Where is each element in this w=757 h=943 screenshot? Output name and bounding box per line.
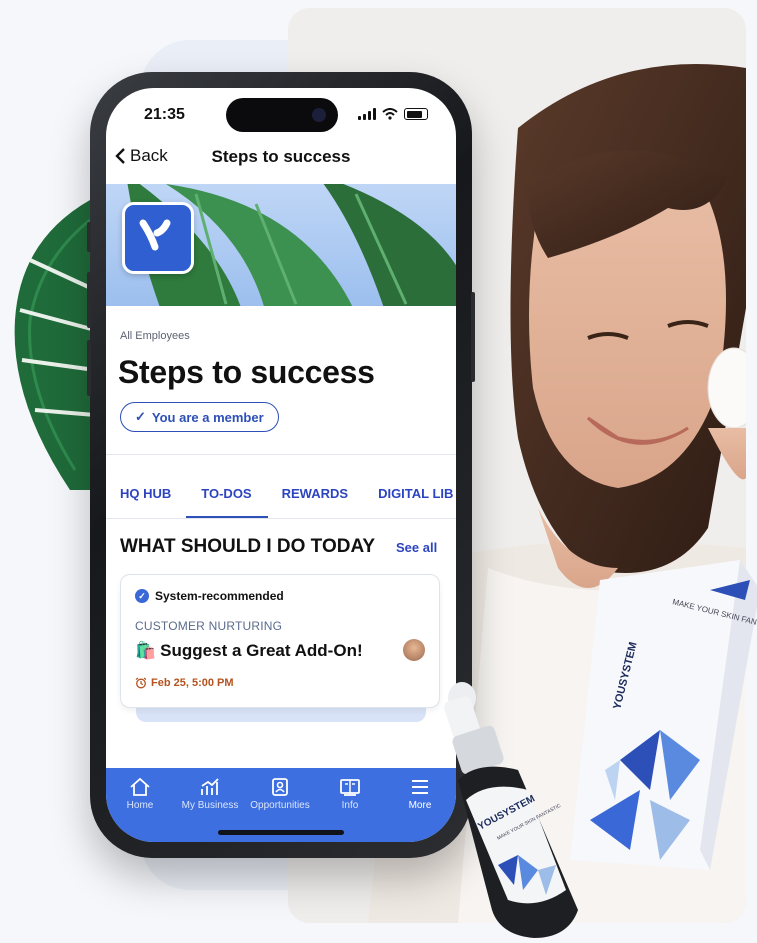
tabbar-home-label: Home bbox=[126, 800, 154, 811]
tab-to-dos[interactable]: TO-DOS bbox=[201, 486, 251, 501]
battery-icon bbox=[404, 108, 428, 120]
home-icon bbox=[110, 776, 170, 798]
serum-bottle: YOUSYSTEM MAKE YOUR SKIN FANTASTIC bbox=[444, 682, 578, 938]
tab-bar: HQ HUB TO-DOS REWARDS DIGITAL LIB bbox=[120, 486, 453, 501]
volume-down-button bbox=[87, 340, 91, 396]
card-title-text: Suggest a Great Add-On! bbox=[160, 641, 363, 660]
see-all-link[interactable]: See all bbox=[396, 540, 437, 555]
home-indicator bbox=[218, 830, 344, 835]
id-card-icon bbox=[250, 776, 310, 798]
audience-label: All Employees bbox=[120, 330, 190, 342]
book-icon bbox=[320, 776, 380, 798]
wifi-icon bbox=[382, 108, 398, 120]
tab-hq-hub[interactable]: HQ HUB bbox=[120, 486, 171, 501]
status-icons bbox=[358, 108, 428, 120]
due-text: Feb 25, 5:00 PM bbox=[151, 677, 234, 689]
avatar bbox=[403, 639, 425, 661]
mute-switch bbox=[87, 222, 91, 252]
volume-up-button bbox=[87, 272, 91, 328]
chart-icon bbox=[180, 776, 240, 798]
product-box: YOUSYSTEM MAKE YOUR SKIN FANTASTIC bbox=[570, 560, 757, 870]
tabbar-my-business[interactable]: My Business bbox=[180, 776, 240, 811]
card-category: CUSTOMER NURTURING bbox=[135, 619, 283, 633]
status-bar: 21:35 bbox=[106, 88, 456, 144]
section-heading: WHAT SHOULD I DO TODAY bbox=[120, 536, 376, 557]
tab-rewards[interactable]: REWARDS bbox=[282, 486, 348, 501]
member-badge-label: You are a member bbox=[151, 409, 264, 425]
member-badge[interactable]: ✓ You are a member bbox=[120, 402, 279, 432]
divider bbox=[106, 454, 456, 455]
card-due-date: Feb 25, 5:00 PM bbox=[135, 677, 234, 689]
phone-mockup: 21:35 Back Steps to success All Employee… bbox=[87, 72, 475, 858]
nav-title: Steps to success bbox=[211, 147, 351, 166]
status-time: 21:35 bbox=[144, 106, 185, 123]
tabbar-my-business-label: My Business bbox=[181, 800, 239, 811]
badge-label: System-recommended bbox=[155, 589, 284, 603]
power-button bbox=[471, 292, 475, 382]
tabbar-opportunities-label: Opportunities bbox=[250, 800, 310, 811]
divider bbox=[106, 518, 456, 519]
dynamic-island bbox=[226, 98, 338, 132]
tabbar-info[interactable]: Info bbox=[320, 776, 380, 811]
tabbar-info-label: Info bbox=[341, 800, 359, 811]
tabbar-home[interactable]: Home bbox=[110, 776, 170, 811]
stacked-card-edge bbox=[136, 706, 426, 722]
group-logo bbox=[122, 202, 194, 274]
nav-bar: Back Steps to success bbox=[106, 138, 456, 174]
camera-icon bbox=[312, 108, 326, 122]
phone-screen: 21:35 Back Steps to success All Employee… bbox=[106, 88, 456, 842]
todo-card[interactable]: ✓ System-recommended CUSTOMER NURTURING … bbox=[120, 574, 440, 708]
check-icon: ✓ bbox=[135, 409, 146, 424]
signal-icon bbox=[358, 108, 376, 120]
page-title: Steps to success bbox=[118, 354, 375, 390]
alarm-icon bbox=[135, 677, 147, 689]
shopping-bags-icon: 🛍️ bbox=[135, 641, 157, 660]
check-badge-icon: ✓ bbox=[135, 589, 149, 603]
system-recommended-badge: ✓ System-recommended bbox=[135, 589, 284, 603]
tab-digital-library[interactable]: DIGITAL LIB bbox=[378, 486, 453, 501]
tabbar-opportunities[interactable]: Opportunities bbox=[250, 776, 310, 811]
card-title: 🛍️ Suggest a Great Add-On! bbox=[135, 641, 363, 661]
